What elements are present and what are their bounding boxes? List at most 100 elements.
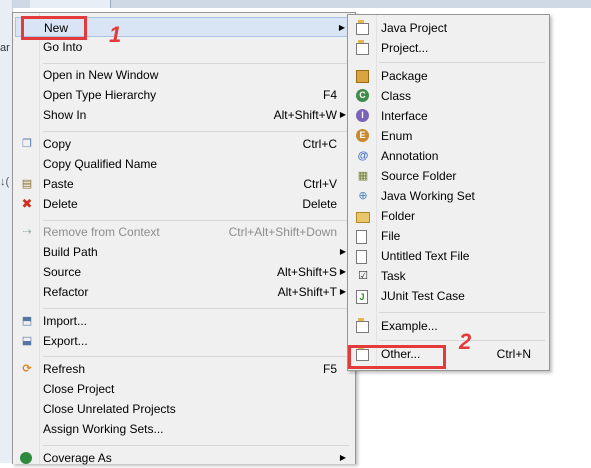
submenu-item-source-folder[interactable]: ▦ Source Folder: [350, 166, 545, 186]
menu-item-close-unrelated-projects[interactable]: Close Unrelated Projects: [15, 399, 351, 419]
menu-item-label: Coverage As: [43, 451, 112, 465]
enum-icon: E: [356, 129, 369, 142]
menu-item-go-into[interactable]: Go Into: [15, 37, 351, 57]
menu-item-shortcut: Delete: [302, 197, 337, 211]
text-file-icon: [356, 250, 367, 264]
menu-item-shortcut: F4: [322, 88, 337, 102]
package-icon: [356, 70, 369, 83]
submenu-arrow-icon: ▶: [339, 287, 346, 296]
menu-item-paste[interactable]: ▤ Paste Ctrl+V: [15, 174, 351, 194]
menu-item-shortcut: Ctrl+C: [302, 137, 337, 151]
new-submenu: Java Project Project... Package C Class …: [347, 14, 550, 371]
submenu-item-untitled-text-file[interactable]: Untitled Text File: [350, 246, 545, 266]
menu-item-label: Show In: [43, 108, 87, 122]
import-icon: ⬒: [21, 315, 33, 327]
menu-item-label: Package: [381, 69, 428, 83]
menu-item-build-path[interactable]: Build Path ▶: [15, 242, 351, 262]
menu-separator: [43, 131, 349, 132]
menu-item-copy[interactable]: ❐ Copy Ctrl+C: [15, 134, 351, 154]
menu-item-export[interactable]: ⬓ Export...: [15, 331, 351, 351]
annotation-icon: @: [357, 150, 369, 162]
menu-item-label: Open Type Hierarchy: [43, 88, 157, 102]
menu-separator: [379, 312, 545, 313]
menu-item-label: Example...: [381, 319, 438, 333]
edge-text: ↓(: [0, 176, 10, 188]
menu-item-assign-working-sets[interactable]: Assign Working Sets...: [15, 419, 351, 439]
menu-item-label: Task: [381, 269, 406, 283]
editor-tab[interactable]: [30, 0, 111, 8]
menu-item-import[interactable]: ⬒ Import...: [15, 311, 351, 331]
menu-item-label: JUnit Test Case: [381, 289, 465, 303]
edge-text: ar: [0, 42, 10, 54]
refresh-icon: ⟳: [22, 363, 32, 375]
menu-item-label: Export...: [43, 334, 88, 348]
menu-item-shortcut: Alt+Shift+T: [277, 285, 337, 299]
menu-item-copy-qualified-name[interactable]: Copy Qualified Name: [15, 154, 351, 174]
menu-item-label: Annotation: [381, 149, 439, 163]
menu-item-label: Copy: [43, 137, 72, 151]
submenu-arrow-icon: ▶: [339, 453, 346, 462]
copy-icon: ❐: [22, 138, 32, 150]
menu-item-label: Close Unrelated Projects: [43, 402, 176, 416]
submenu-item-interface[interactable]: I Interface: [350, 106, 545, 126]
menu-item-shortcut: Alt+Shift+S: [276, 265, 337, 279]
menu-item-label: Delete: [43, 197, 78, 211]
submenu-item-package[interactable]: Package: [350, 66, 545, 86]
menu-item-close-project[interactable]: Close Project: [15, 379, 351, 399]
menu-item-shortcut: Ctrl+Alt+Shift+Down: [228, 225, 337, 239]
submenu-arrow-icon: ▶: [338, 23, 345, 32]
menu-item-remove-from-context: ⇢ Remove from Context Ctrl+Alt+Shift+Dow…: [15, 222, 351, 242]
menu-item-coverage-as[interactable]: Coverage As ▶: [15, 448, 351, 468]
menu-item-label: Refresh: [43, 362, 86, 376]
menu-separator: [43, 445, 349, 446]
menu-item-shortcut: Ctrl+V: [303, 177, 337, 191]
submenu-arrow-icon: ▶: [339, 267, 346, 276]
remove-context-icon: ⇢: [22, 226, 32, 238]
menu-item-label: Remove from Context: [43, 225, 160, 239]
menu-item-open-type-hierarchy[interactable]: Open Type Hierarchy F4: [15, 85, 351, 105]
submenu-item-java-project[interactable]: Java Project: [350, 18, 545, 38]
menu-item-refactor[interactable]: Refactor Alt+Shift+T ▶: [15, 282, 351, 302]
menu-item-label: Folder: [381, 209, 416, 223]
java-project-icon: [356, 20, 369, 35]
menu-separator: [43, 356, 349, 357]
menu-item-shortcut: F5: [322, 362, 337, 376]
menu-separator: [43, 63, 349, 64]
submenu-item-class[interactable]: C Class: [350, 86, 545, 106]
menu-item-label: Project...: [381, 41, 429, 55]
source-folder-icon: ▦: [357, 170, 369, 182]
project-icon: [356, 40, 369, 55]
submenu-item-file[interactable]: File: [350, 226, 545, 246]
menu-item-label: Paste: [43, 177, 74, 191]
menu-separator: [43, 308, 349, 309]
junit-icon: J: [356, 290, 368, 304]
menu-item-show-in[interactable]: Show In Alt+Shift+W ▶: [15, 105, 351, 125]
submenu-item-example[interactable]: Example...: [350, 316, 545, 336]
menu-item-label: Java Working Set: [381, 189, 475, 203]
submenu-item-annotation[interactable]: @ Annotation: [350, 146, 545, 166]
menu-item-label: Open in New Window: [43, 68, 159, 82]
submenu-item-enum[interactable]: E Enum: [350, 126, 545, 146]
submenu-item-project[interactable]: Project...: [350, 38, 545, 58]
interface-icon: I: [356, 109, 369, 122]
submenu-item-task[interactable]: ☑ Task: [350, 266, 545, 286]
menu-item-label: Untitled Text File: [381, 249, 470, 263]
menu-item-delete[interactable]: ✖ Delete Delete: [15, 194, 351, 214]
coverage-icon: [20, 452, 32, 464]
task-icon: ☑: [358, 270, 368, 282]
submenu-item-folder[interactable]: Folder: [350, 206, 545, 226]
menu-item-label: Import...: [43, 314, 88, 328]
annotation-box-other: [348, 345, 446, 369]
working-set-icon: ⊕: [358, 190, 368, 202]
menu-item-source[interactable]: Source Alt+Shift+S ▶: [15, 262, 351, 282]
annotation-step-2: 2: [459, 329, 472, 354]
folder-icon: [356, 212, 370, 223]
menu-item-open-in-new-window[interactable]: Open in New Window: [15, 65, 351, 85]
submenu-item-java-working-set[interactable]: ⊕ Java Working Set: [350, 186, 545, 206]
submenu-item-junit-test-case[interactable]: J JUnit Test Case: [350, 286, 545, 306]
menu-item-shortcut: Ctrl+N: [496, 347, 531, 361]
menu-item-label: Source: [43, 265, 82, 279]
menu-item-refresh[interactable]: ⟳ Refresh F5: [15, 359, 351, 379]
submenu-arrow-icon: ▶: [339, 247, 346, 256]
menu-item-label: File: [381, 229, 401, 243]
